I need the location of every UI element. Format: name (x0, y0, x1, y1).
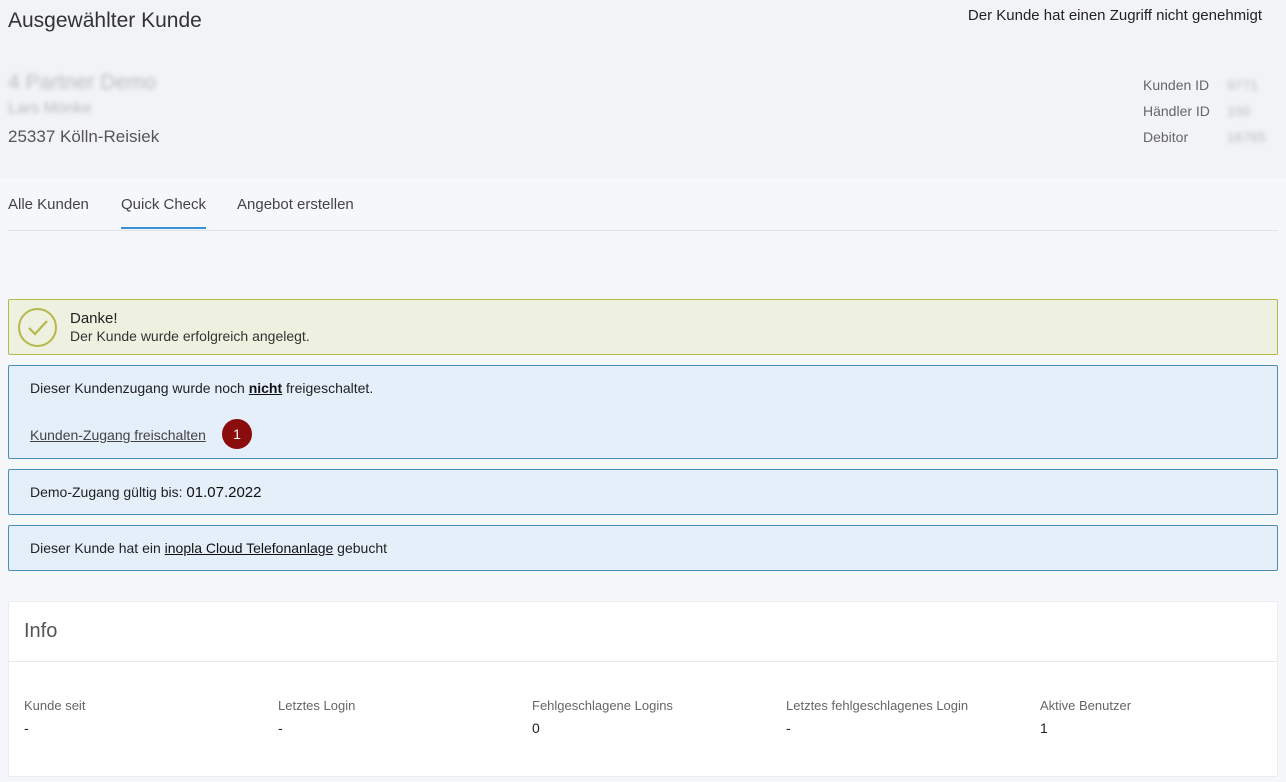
tab-alle-kunden[interactable]: Alle Kunden (8, 196, 89, 227)
stat-letztes-login: Letztes Login - (278, 698, 355, 736)
page-title: Ausgewählter Kunde (8, 9, 202, 32)
stat-label: Fehlgeschlagene Logins (532, 698, 673, 713)
unlock-alert: Dieser Kundenzugang wurde noch nicht fre… (8, 365, 1278, 459)
meta-label: Debitor (1143, 129, 1189, 145)
product-message: Dieser Kunde hat ein inopla Cloud Telefo… (30, 540, 388, 556)
tab-angebot-erstellen[interactable]: Angebot erstellen (237, 196, 354, 227)
unlock-emphasis: nicht (248, 380, 283, 396)
meta-label: Kunden ID (1143, 77, 1210, 93)
stat-kunde-seit: Kunde seit - (24, 698, 85, 736)
meta-debitor: Debitor 16765 (1143, 129, 1266, 145)
stat-letztes-fehlgeschlagenes-login: Letztes fehlgeschlagenes Login - (786, 698, 968, 736)
product-alert: Dieser Kunde hat ein inopla Cloud Telefo… (8, 525, 1278, 571)
stat-label: Letztes fehlgeschlagenes Login (786, 698, 969, 713)
demo-label: Demo-Zugang gültig bis: (30, 484, 187, 500)
tab-quick-check[interactable]: Quick Check (121, 196, 207, 229)
meta-value: 16765 (1227, 129, 1266, 145)
step-badge: 1 (222, 419, 252, 449)
info-panel: Info Kunde seit - Letztes Login - Fehlge… (8, 601, 1278, 777)
tab-bar: Alle Kunden Quick Check Angebot erstelle… (8, 177, 1278, 231)
demo-message: Demo-Zugang gültig bis: 01.07.2022 (30, 484, 262, 501)
customer-contact: Lars Mönke (8, 100, 92, 117)
stat-fehlgeschlagene-logins: Fehlgeschlagene Logins 0 (532, 698, 673, 736)
customer-name: 4 Partner Demo (8, 71, 157, 94)
success-message: Der Kunde wurde erfolgreich angelegt. (70, 328, 310, 344)
stat-value: - (24, 720, 29, 736)
stat-label: Aktive Benutzer (1040, 698, 1132, 713)
access-status-note: Der Kunde hat einen Zugriff nicht genehm… (967, 7, 1262, 24)
unlock-access-link[interactable]: Kunden-Zugang freischalten (30, 427, 206, 443)
stat-label: Letztes Login (278, 698, 356, 713)
success-title: Danke! (70, 310, 118, 327)
meta-dealer-id: Händler ID 100 (1143, 103, 1250, 119)
info-header: Info (9, 602, 1277, 662)
success-alert: Danke! Der Kunde wurde erfolgreich angel… (8, 299, 1278, 355)
stat-value: 0 (532, 720, 540, 736)
meta-label: Händler ID (1143, 103, 1210, 119)
stat-value: - (278, 720, 283, 736)
meta-customer-id: Kunden ID 9771 (1143, 77, 1258, 93)
demo-date: 01.07.2022 (186, 484, 262, 501)
stat-value: - (786, 720, 791, 736)
meta-value: 100 (1227, 103, 1251, 119)
customer-city: 25337 Kölln-Reisiek (8, 127, 160, 146)
info-title: Info (24, 620, 58, 642)
stat-value: 1 (1040, 720, 1048, 736)
meta-value: 9771 (1227, 77, 1259, 93)
customer-header: Ausgewählter Kunde Der Kunde hat einen Z… (0, 0, 1286, 177)
product-link[interactable]: inopla Cloud Telefonanlage (165, 540, 334, 556)
check-circle-icon (18, 308, 57, 347)
demo-alert: Demo-Zugang gültig bis: 01.07.2022 (8, 469, 1278, 515)
stat-aktive-benutzer: Aktive Benutzer 1 (1040, 698, 1131, 736)
stat-label: Kunde seit (24, 698, 86, 713)
unlock-message: Dieser Kundenzugang wurde noch nicht fre… (30, 380, 374, 396)
